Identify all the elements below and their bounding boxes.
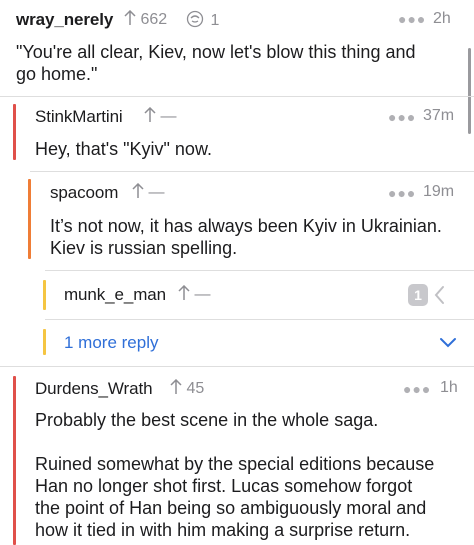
comment-score: —	[194, 286, 211, 303]
comment-body-line: Probably the best scene in the whole sag…	[35, 410, 379, 430]
comment-score: —	[148, 184, 165, 201]
comment-score: 45	[186, 380, 205, 397]
thread-depth-bar	[13, 104, 16, 160]
more-replies-link[interactable]: 1 more reply	[64, 333, 158, 353]
comment-body: Hey, that's "Kyiv" now.	[35, 138, 212, 160]
comment-body-spacer	[35, 431, 434, 453]
comment-body-line: the point of Han being so ambiguously mo…	[35, 498, 427, 518]
upvote-arrow-icon	[170, 379, 182, 394]
upvote-button[interactable]: 662	[124, 10, 167, 29]
comment-author[interactable]: wray_nerely	[16, 10, 113, 30]
comment-body-line: Ruined somewhat by the special editions …	[35, 454, 435, 474]
more-options-icon[interactable]: ●●●	[403, 381, 431, 397]
comment-author[interactable]: spacoom	[50, 183, 118, 203]
comment-time: 19m	[423, 183, 455, 200]
upvote-button[interactable]: —	[178, 285, 210, 304]
thread-depth-bar	[13, 376, 16, 545]
comment-body: Probably the best scene in the whole sag…	[35, 409, 434, 541]
more-options-icon[interactable]: ●●●	[388, 109, 416, 125]
upvote-button[interactable]: —	[144, 107, 176, 126]
chevron-down-icon[interactable]	[439, 336, 457, 348]
comment-author[interactable]: Durdens_Wrath	[35, 379, 153, 399]
upvote-arrow-icon	[132, 183, 144, 198]
comment-body-line: go home."	[16, 64, 98, 84]
thread-depth-bar	[28, 179, 31, 259]
comment-body-line: Han no longer shot first. Lucas somehow …	[35, 476, 413, 496]
upvote-arrow-icon	[178, 285, 190, 300]
more-options-icon[interactable]: ●●●	[388, 185, 416, 201]
comment-author[interactable]: munk_e_man	[64, 285, 166, 305]
comment-time: 2h	[433, 10, 451, 27]
award-badge: 1	[186, 10, 219, 30]
divider	[45, 319, 474, 320]
divider	[0, 366, 474, 367]
comment-body-line: Kiev is russian spelling.	[50, 238, 238, 258]
comment-body-line: Hey, that's "Kyiv" now.	[35, 139, 212, 159]
comment-body: It’s not now, it has always been Kyiv in…	[50, 215, 442, 259]
award-count: 1	[210, 12, 220, 29]
thread-depth-bar	[43, 329, 46, 355]
comment-score: 662	[140, 11, 168, 28]
upvote-button[interactable]: —	[132, 183, 164, 202]
comment-author[interactable]: StinkMartini	[35, 107, 123, 127]
comment-time: 1h	[440, 379, 458, 396]
comment-body-line: how it tied in with him making a surpris…	[35, 520, 411, 540]
award-icon	[186, 10, 204, 28]
divider	[30, 171, 474, 172]
divider	[45, 270, 474, 271]
collapsed-count-badge[interactable]: 1	[408, 284, 428, 306]
thread-depth-bar	[43, 280, 46, 310]
comment-body-line: "You're all clear, Kiev, now let's blow …	[16, 42, 416, 62]
comment-body: "You're all clear, Kiev, now let's blow …	[16, 41, 416, 85]
comment-time: 37m	[423, 107, 455, 124]
more-options-icon[interactable]: ●●●	[398, 11, 426, 27]
comment-body-line: It’s not now, it has always been Kyiv in…	[50, 216, 442, 236]
upvote-arrow-icon	[124, 10, 136, 25]
chevron-left-icon	[434, 286, 444, 304]
comment-score: —	[160, 108, 177, 125]
upvote-button[interactable]: 45	[170, 379, 204, 398]
divider	[0, 96, 474, 97]
upvote-arrow-icon	[144, 107, 156, 122]
scrollbar[interactable]	[468, 48, 471, 134]
